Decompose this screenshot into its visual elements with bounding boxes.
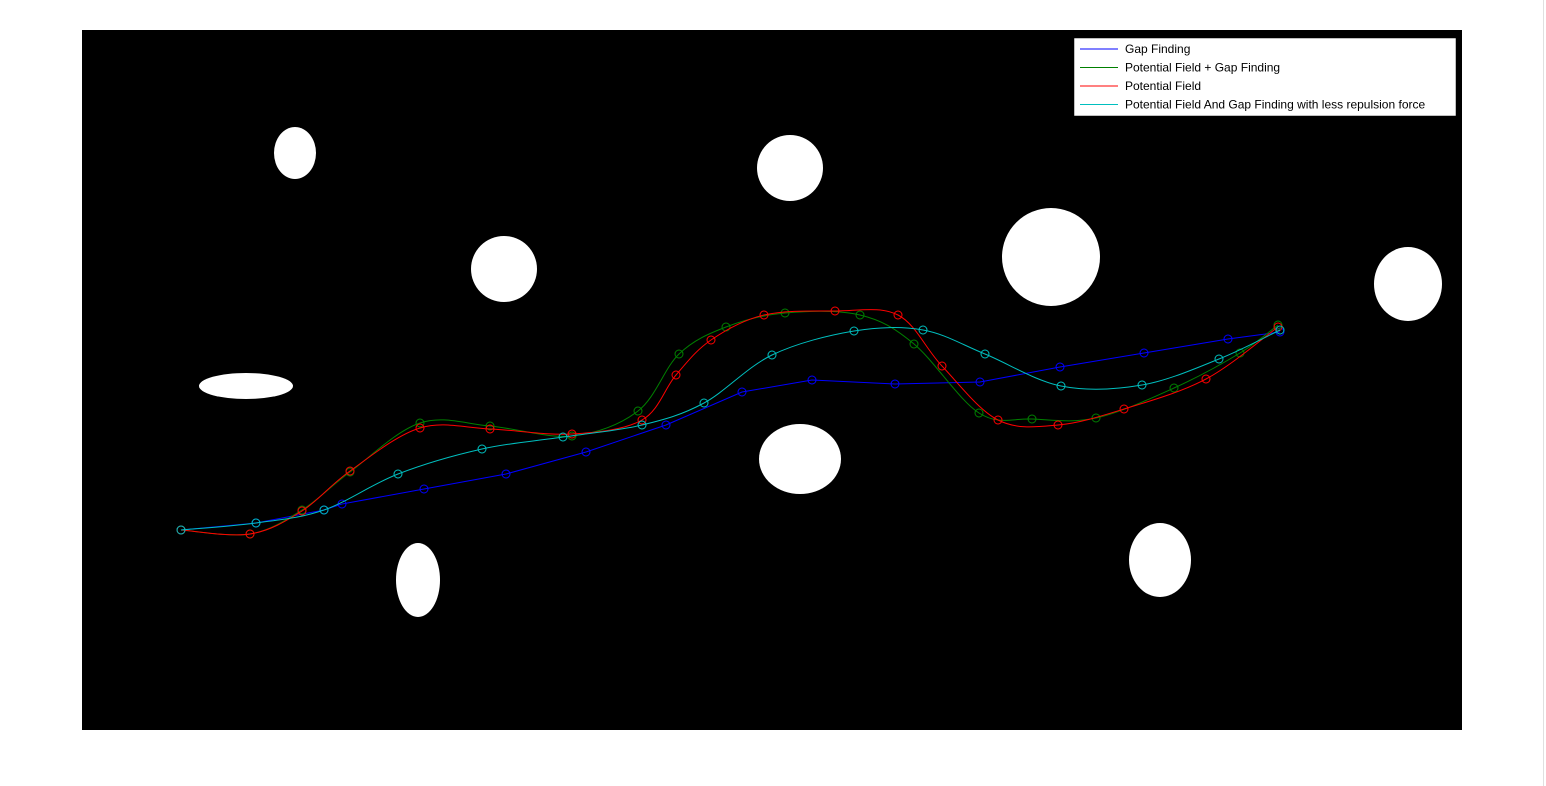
chart-figure: Gap Finding Potential Field + Gap Finding… — [0, 0, 1546, 786]
obstacle-3 — [471, 236, 537, 302]
obstacle-9 — [1129, 523, 1191, 597]
obstacle-4 — [1002, 208, 1100, 306]
obstacle-1 — [274, 127, 316, 179]
obstacle-2 — [757, 135, 823, 201]
obstacle-8 — [396, 543, 440, 617]
obstacle-5 — [1374, 247, 1442, 321]
legend-label-4: Potential Field And Gap Finding with les… — [1125, 98, 1425, 112]
obstacle-7 — [759, 424, 841, 494]
obstacle-6 — [199, 373, 293, 399]
legend-label-1: Gap Finding — [1125, 42, 1190, 56]
legend: Gap Finding Potential Field + Gap Finding… — [1073, 37, 1457, 117]
legend-label-3: Potential Field — [1125, 79, 1201, 93]
figure-edge-line — [1543, 0, 1544, 786]
legend-label-2: Potential Field + Gap Finding — [1125, 61, 1280, 75]
